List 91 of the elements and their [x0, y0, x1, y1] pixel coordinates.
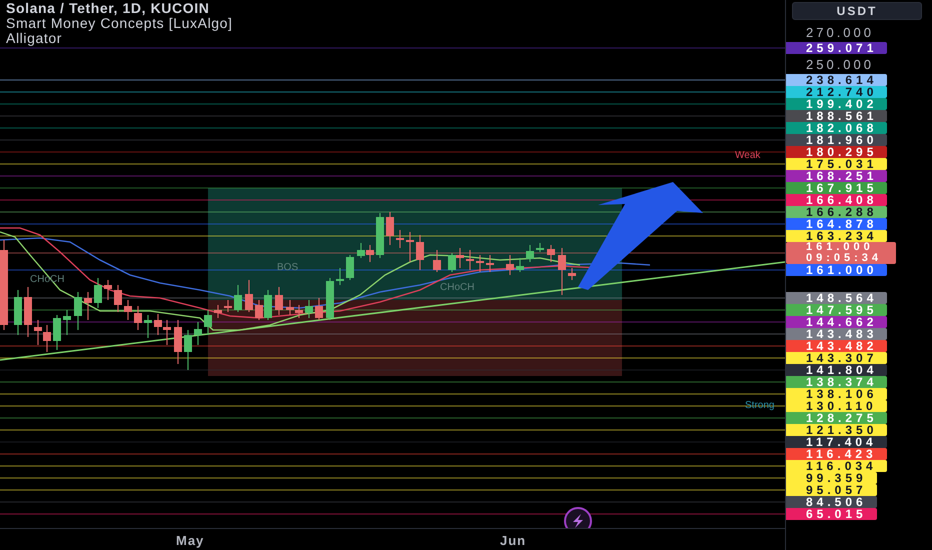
candle [245, 280, 253, 312]
price-label: 175.031 [786, 158, 888, 170]
candle [516, 258, 524, 272]
candle [406, 232, 414, 262]
candle [94, 278, 102, 308]
price-label: 99.359 [786, 472, 877, 484]
candle [336, 268, 344, 286]
price-label: 163.234 [786, 230, 888, 242]
price-label: 116.034 [786, 460, 887, 472]
price-label: 212.740 [786, 86, 888, 98]
candle [386, 212, 394, 246]
symbol-title: Solana / Tether, 1D, KUCOIN [6, 1, 210, 16]
price-label: 117.404 [786, 436, 887, 448]
candle [74, 292, 82, 330]
price-label: 259.071 [786, 42, 888, 54]
price-label: 130.110 [786, 400, 887, 412]
candle [104, 280, 112, 300]
price-label: 164.878 [786, 218, 888, 230]
candle [305, 300, 313, 318]
price-label: 121.350 [786, 424, 888, 436]
candle [466, 250, 474, 270]
candle [476, 254, 484, 272]
candle [194, 322, 202, 346]
price-label: 138.106 [786, 388, 888, 400]
candle [547, 244, 555, 262]
price-label: 180.295 [786, 146, 888, 158]
candle [234, 284, 242, 312]
bar-countdown: 09:05:34 [806, 253, 882, 264]
price-label: 128.275 [786, 412, 888, 424]
candle [526, 244, 534, 262]
price-label: 181.960 [786, 134, 888, 146]
price-label: 84.506 [786, 496, 877, 508]
price-label: 143.483 [786, 328, 888, 340]
time-label: Jun [500, 533, 526, 548]
candle [14, 290, 22, 336]
candle [84, 292, 92, 320]
indicator-name: Smart Money Concepts [LuxAlgo] [6, 16, 233, 31]
price-label: 95.057 [786, 484, 877, 496]
lightning-icon [564, 507, 592, 528]
up-arrow-icon [578, 182, 703, 290]
candle [53, 314, 61, 350]
price-label: 166.408 [786, 194, 888, 206]
price-label: 143.482 [786, 340, 888, 352]
candle [134, 306, 142, 330]
currency-button[interactable]: USDT [792, 2, 922, 20]
candle [63, 310, 71, 336]
candle [204, 310, 212, 336]
candle [433, 250, 441, 272]
price-label: 166.288 [786, 206, 888, 218]
candle [326, 278, 334, 320]
price-label: 147.595 [786, 304, 888, 316]
price-label: 116.423 [786, 448, 887, 460]
candle [144, 314, 152, 338]
candle [275, 286, 283, 316]
price-label: 161.000 [786, 264, 888, 276]
price-label: 138.374 [786, 376, 888, 388]
last-price: 161.000 [806, 242, 874, 253]
price-label: 167.915 [786, 182, 888, 194]
price-label: 199.402 [786, 98, 888, 110]
price-label: 144.662 [786, 316, 888, 328]
price-label: 168.251 [786, 170, 888, 182]
candle [568, 268, 576, 280]
candle [396, 230, 404, 248]
candle [376, 212, 384, 258]
price-label: 141.804 [786, 364, 888, 376]
price-label: 65.015 [786, 508, 877, 520]
price-label: 148.564 [786, 292, 888, 304]
price-label: 143.307 [786, 352, 888, 364]
candle [114, 284, 122, 312]
candle [416, 234, 424, 270]
candle [174, 320, 182, 364]
price-label: 238.614 [786, 74, 888, 86]
candle [184, 330, 192, 370]
candle [558, 248, 566, 296]
price-label: 182.068 [786, 122, 888, 134]
candle [224, 300, 232, 312]
price-tick: 250.000 [805, 56, 874, 74]
chart-label: CHoCH [440, 282, 474, 293]
candle [24, 286, 32, 338]
candle [486, 254, 494, 272]
candle [124, 300, 132, 320]
indicator-name: Alligator [6, 31, 62, 46]
price-label: 188.561 [786, 110, 888, 122]
candle [506, 254, 514, 276]
candle [315, 298, 323, 320]
time-label: May [176, 533, 204, 548]
price-tick: 270.000 [805, 24, 874, 42]
candle [346, 254, 354, 280]
chart-label: Weak [735, 150, 760, 161]
candle [214, 304, 222, 318]
candle [536, 242, 544, 252]
